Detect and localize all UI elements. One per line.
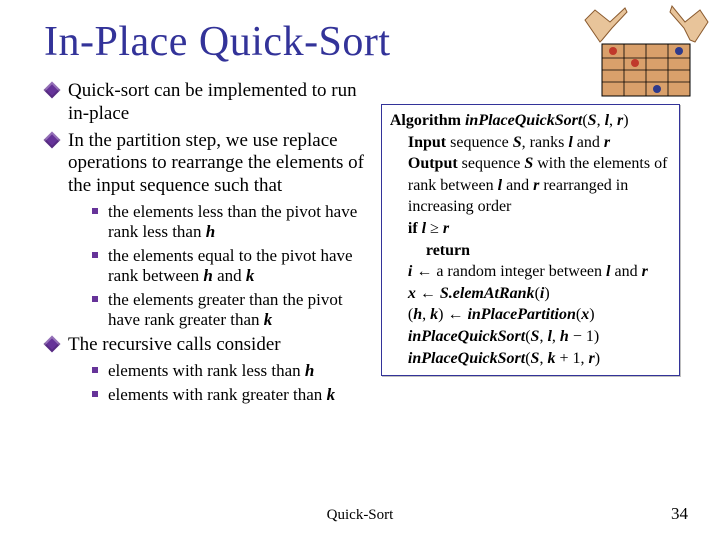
var-h: h <box>560 328 569 345</box>
comma: , <box>597 112 605 129</box>
subbullet-text: elements with rank less than <box>108 361 305 380</box>
text: , ranks <box>522 134 569 151</box>
paren-close: ) <box>623 112 628 129</box>
subbullet-rank-greater-k: elements with rank greater than k <box>90 385 367 405</box>
text: ← a random integer between <box>412 263 606 280</box>
paren-close: ) <box>589 306 594 323</box>
var-h: h <box>206 222 215 241</box>
algo-return: return <box>426 240 671 262</box>
kw-output: Output <box>408 155 458 172</box>
algo-output: Output sequence S with the elements of r… <box>408 153 671 218</box>
var-S: S <box>524 155 533 172</box>
kw-algorithm: Algorithm <box>390 112 461 129</box>
var-r: r <box>443 220 449 237</box>
subbullet-text: elements with rank greater than <box>108 385 327 404</box>
page-number: 34 <box>671 504 688 524</box>
bullet-text: The recursive calls consider <box>68 334 281 355</box>
bullet-implemented-inplace: Quick-sort can be implemented to run in-… <box>44 80 367 126</box>
var-r: r <box>642 263 648 280</box>
text: and <box>502 177 533 194</box>
kw-if: if <box>408 220 418 237</box>
comma: , <box>609 112 617 129</box>
var-x: x <box>408 285 416 302</box>
algo-signature: Algorithm inPlaceQuickSort(S, l, r) <box>390 110 671 132</box>
kw-return: return <box>426 242 470 259</box>
paren-close: ) <box>544 285 549 302</box>
algo-recurse-1: inPlaceQuickSort(S, l, h − 1) <box>408 326 671 348</box>
subbullet-text: the elements less than the pivot have ra… <box>108 202 357 241</box>
var-S: S <box>513 134 522 151</box>
var-h: h <box>305 361 314 380</box>
fn-inPlaceQuickSort: inPlaceQuickSort <box>408 350 525 367</box>
algorithm-box: Algorithm inPlaceQuickSort(S, l, r) Inpu… <box>381 104 680 376</box>
footer-label: Quick-Sort <box>0 507 720 524</box>
var-h: h <box>203 266 212 285</box>
text: + 1, <box>555 350 588 367</box>
subbullet-greater-than-pivot: the elements greater than the pivot have… <box>90 290 367 331</box>
bullet-text: In the partition step, we use replace op… <box>68 130 364 197</box>
bullet-text: Quick-sort can be implemented to run in-… <box>68 80 357 124</box>
var-S: S <box>588 112 597 129</box>
text: − 1) <box>569 328 599 345</box>
algo-fname: inPlaceQuickSort <box>465 112 582 129</box>
comma: , <box>422 306 430 323</box>
text: ← <box>443 306 467 323</box>
var-k: k <box>264 310 273 329</box>
subbullet-rank-less-h: elements with rank less than h <box>90 361 367 381</box>
algo-line-i: i ← a random integer between l and r <box>408 261 671 283</box>
text: ← <box>416 285 440 302</box>
body-right-column: Algorithm inPlaceQuickSort(S, l, r) Inpu… <box>381 80 680 409</box>
text: and <box>610 263 641 280</box>
subbullet-less-than-pivot: the elements less than the pivot have ra… <box>90 202 367 243</box>
text-and: and <box>213 266 246 285</box>
text: and <box>573 134 604 151</box>
algo-line-partition: (h, k) ← inPlacePartition(x) <box>408 304 671 326</box>
var-k: k <box>246 266 255 285</box>
paren-close: ) <box>595 350 600 367</box>
comma: , <box>552 328 560 345</box>
var-k: k <box>327 385 336 404</box>
subbullet-text: the elements greater than the pivot have… <box>108 290 343 329</box>
op-ge: ≥ <box>426 220 443 237</box>
algo-line-x: x ← S.elemAtRank(i) <box>408 283 671 305</box>
fn-inPlaceQuickSort: inPlaceQuickSort <box>408 328 525 345</box>
body-left-column: Quick-sort can be implemented to run in-… <box>44 80 367 409</box>
bullet-partition-step: In the partition step, we use replace op… <box>44 130 367 331</box>
var-r: r <box>604 134 610 151</box>
algo-input: Input sequence S, ranks l and r <box>408 132 671 154</box>
subbullet-equal-pivot: the elements equal to the pivot have ran… <box>90 246 367 287</box>
var-k: k <box>430 306 438 323</box>
algo-recurse-2: inPlaceQuickSort(S, k + 1, r) <box>408 348 671 370</box>
bullet-recursive-calls: The recursive calls consider elements wi… <box>44 334 367 405</box>
text: sequence <box>446 134 513 151</box>
var-h: h <box>413 306 422 323</box>
algo-if: if l ≥ r <box>408 218 671 240</box>
text: sequence <box>458 155 525 172</box>
kw-input: Input <box>408 134 446 151</box>
fn-inPlacePartition: inPlacePartition <box>467 306 575 323</box>
fn-elemAtRank: S.elemAtRank <box>440 285 535 302</box>
decorative-illustration <box>580 0 710 105</box>
